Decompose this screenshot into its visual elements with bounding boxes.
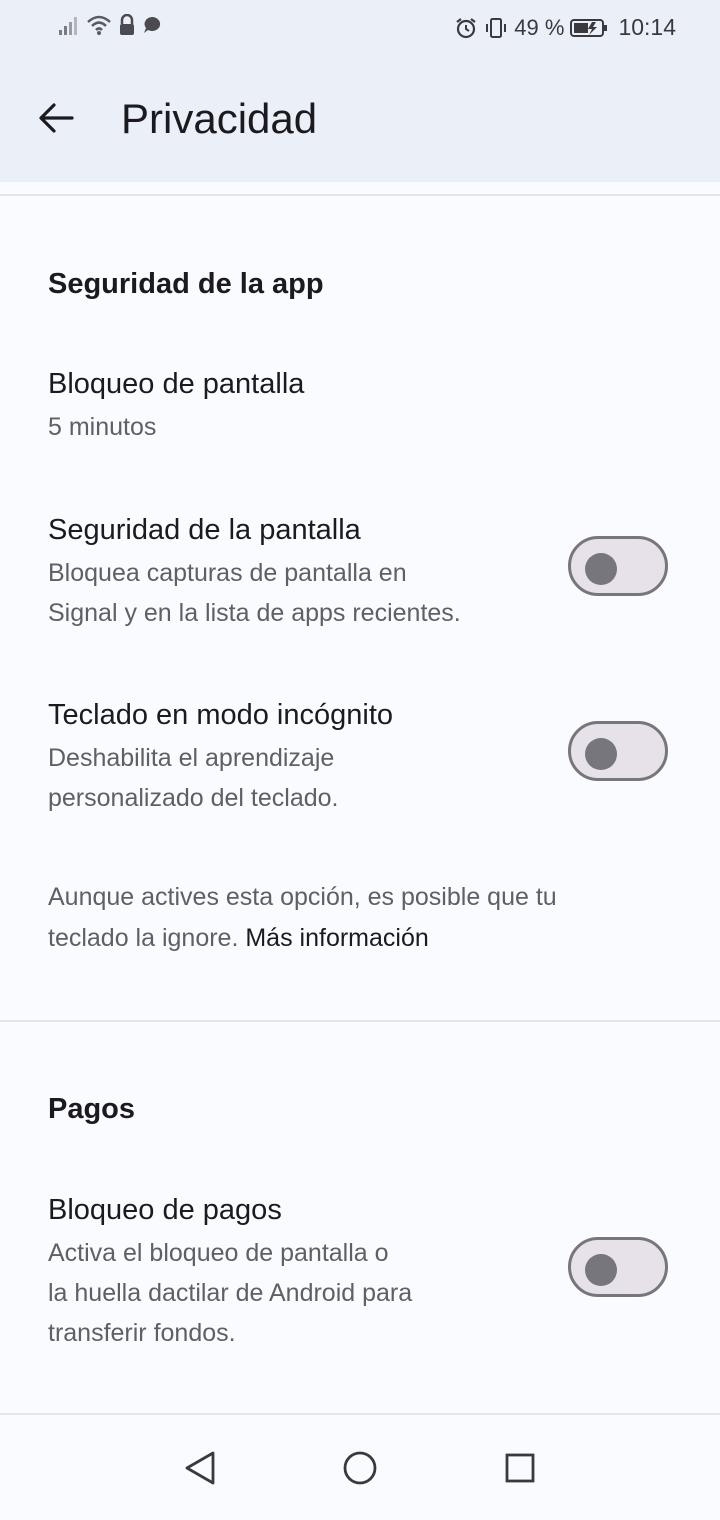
- setting-title: Bloqueo de pantalla: [48, 368, 305, 400]
- nav-home-button[interactable]: [332, 1440, 388, 1496]
- setting-description: Bloquea capturas de pantalla en Signal y…: [48, 559, 461, 627]
- payment-lock-toggle[interactable]: [568, 1237, 668, 1297]
- status-bar-right: 49 % 10:14: [454, 14, 676, 41]
- nav-recents-button[interactable]: [492, 1440, 548, 1496]
- chat-bubble-icon: [144, 16, 161, 33]
- setting-payment-lock[interactable]: Bloqueo de pagos Activa el bloqueo de pa…: [0, 1192, 720, 1352]
- setting-screen-security[interactable]: Seguridad de la pantalla Bloquea captura…: [0, 512, 720, 632]
- section-title-app-security: Seguridad de la app: [48, 268, 324, 300]
- clock: 10:14: [618, 14, 676, 40]
- lock-icon: [120, 14, 134, 35]
- status-bar-left: [58, 14, 162, 36]
- square-recents-icon: [505, 1453, 535, 1483]
- learn-more-link[interactable]: Más información: [245, 924, 428, 952]
- arrow-back-icon: [39, 103, 74, 133]
- note-text: teclado la ignore.: [48, 924, 239, 952]
- setting-screen-lock[interactable]: Bloqueo de pantalla 5 minutos: [0, 366, 720, 456]
- battery-percent: 49 %: [514, 14, 565, 40]
- section-title-payments: Pagos: [48, 1093, 136, 1125]
- vibrate-icon: [486, 17, 507, 38]
- divider: [0, 1413, 720, 1415]
- circle-home-icon: [343, 1451, 377, 1485]
- setting-title: Teclado en modo incógnito: [48, 699, 394, 731]
- signal-icon: [59, 17, 77, 35]
- battery-icon: [570, 18, 608, 37]
- triangle-back-icon: [185, 1451, 215, 1485]
- divider: [0, 1020, 720, 1022]
- nav-back-button[interactable]: [172, 1440, 228, 1496]
- incognito-keyboard-toggle[interactable]: [568, 721, 668, 781]
- setting-value: 5 minutos: [48, 413, 157, 441]
- setting-incognito-keyboard[interactable]: Teclado en modo incógnito Deshabilita el…: [0, 697, 720, 817]
- navigation-bar: [0, 1416, 720, 1520]
- page-title: Privacidad: [121, 95, 318, 142]
- screen-security-toggle[interactable]: [568, 536, 668, 596]
- wifi-icon: [87, 15, 111, 35]
- toggle-knob: [585, 1254, 617, 1286]
- app-bar: Privacidad: [0, 56, 720, 182]
- setting-title: Bloqueo de pagos: [48, 1194, 282, 1226]
- setting-title: Seguridad de la pantalla: [48, 514, 361, 546]
- setting-description: Deshabilita el aprendizaje personalizado…: [48, 744, 339, 812]
- status-bar: 49 % 10:14: [0, 0, 720, 56]
- setting-description: Activa el bloqueo de pantalla o la huell…: [48, 1239, 413, 1347]
- divider: [0, 194, 720, 196]
- toggle-knob: [585, 738, 617, 770]
- incognito-keyboard-note: Aunque actives esta opción, es posible q…: [48, 883, 557, 952]
- alarm-icon: [456, 17, 476, 38]
- back-button[interactable]: [30, 92, 82, 144]
- toggle-knob: [585, 553, 617, 585]
